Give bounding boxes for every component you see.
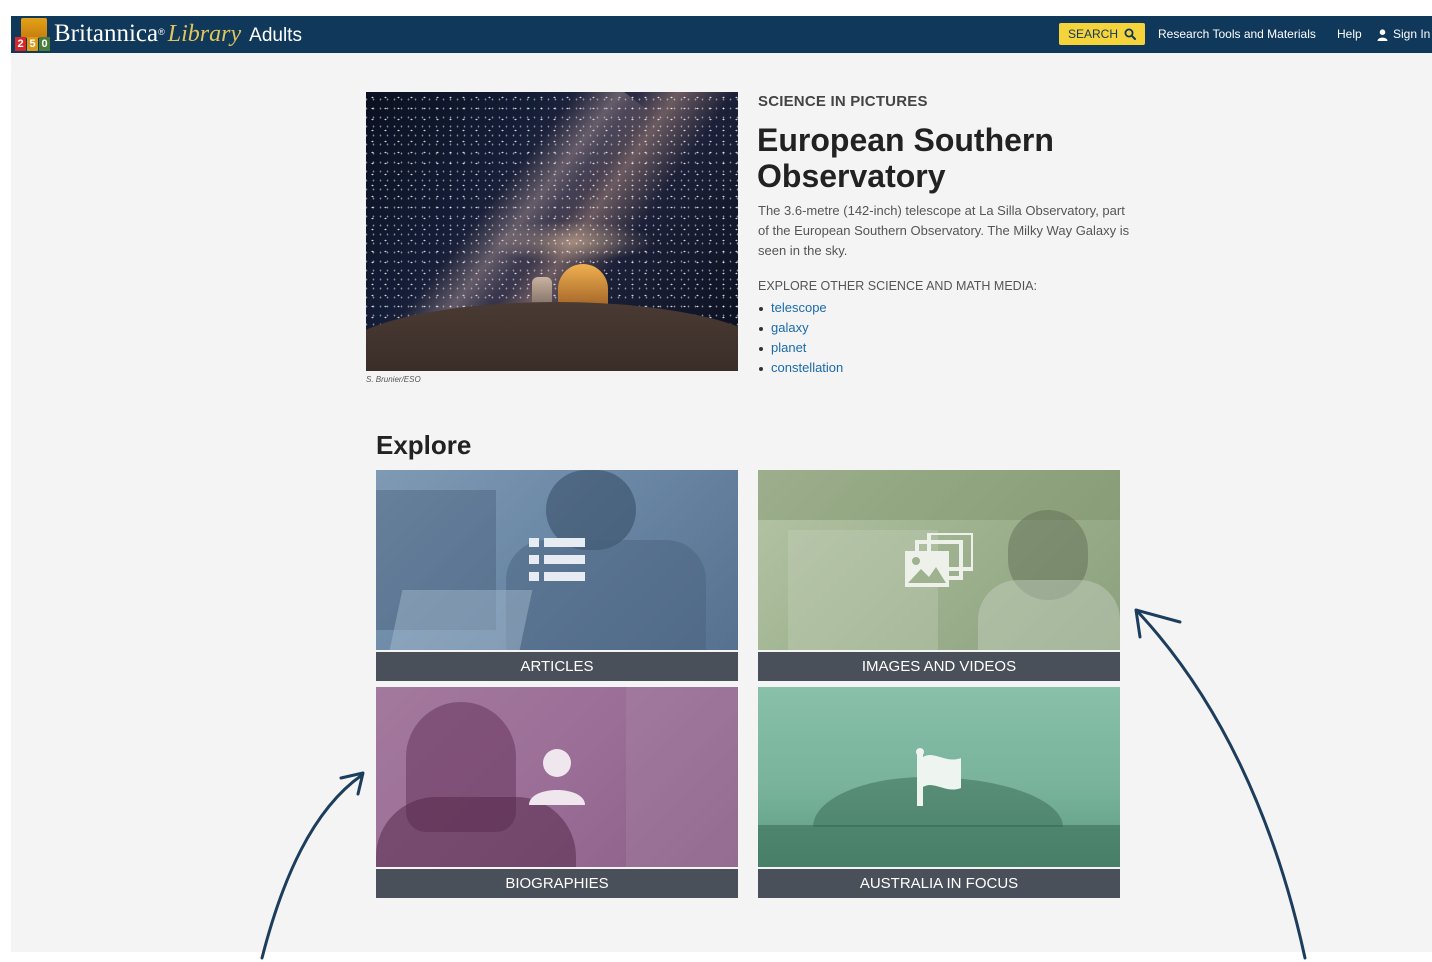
top-navigation-bar: 2 5 0 250 Britannica®Library Adults SEARC…: [11, 16, 1432, 53]
tile-label: AUSTRALIA IN FOCUS: [758, 869, 1120, 898]
explore-media-label: EXPLORE OTHER SCIENCE AND MATH MEDIA:: [758, 279, 1037, 293]
list-icon: [529, 538, 585, 581]
list-item: galaxy: [758, 318, 843, 338]
logo-digit-0: 0: [39, 37, 50, 51]
tile-label: BIOGRAPHIES: [376, 869, 738, 898]
media-eyebrow: SCIENCE IN PICTURES: [758, 93, 928, 110]
brand-name[interactable]: Britannica® Library Adults: [54, 19, 302, 49]
person-icon: [529, 749, 585, 805]
brand-registered-mark: ®: [158, 27, 165, 37]
person-body-shape: [376, 797, 576, 867]
list-item: telescope: [758, 298, 843, 318]
media-caption: The 3.6-metre (142-inch) telescope at La…: [758, 203, 1130, 258]
photographer-body-shape: [978, 580, 1120, 650]
explore-heading: Explore: [376, 430, 472, 460]
gallery-icon: [905, 533, 973, 587]
tile-label: ARTICLES: [376, 652, 738, 681]
articles-tile-image: [376, 470, 738, 650]
related-media-list: telescope galaxy planet constellation: [758, 298, 843, 378]
link-telescope[interactable]: telescope: [771, 300, 827, 315]
page: 2 5 0 250 Britannica®Library Adults SEARC…: [11, 16, 1432, 952]
link-galaxy[interactable]: galaxy: [771, 320, 809, 335]
nav-help[interactable]: Help: [1337, 16, 1362, 53]
tree-logo-icon: [21, 18, 47, 38]
search-button[interactable]: SEARCH: [1059, 23, 1145, 45]
user-icon: [1377, 28, 1388, 41]
tile-label: IMAGES AND VIDEOS: [758, 652, 1120, 681]
tree-canopy-shape: [758, 470, 1120, 520]
explore-tile-images-and-videos[interactable]: IMAGES AND VIDEOS: [758, 470, 1120, 681]
nav-research-tools[interactable]: Research Tools and Materials: [1158, 16, 1316, 53]
images-tile-image: [758, 470, 1120, 650]
brand-main: Britannica: [54, 20, 159, 47]
column-shape: [626, 687, 738, 867]
brand-audience: Adults: [249, 25, 302, 46]
logo-digit-2: 2: [15, 37, 26, 51]
list-item: constellation: [758, 358, 843, 378]
explore-tile-australia-in-focus[interactable]: AUSTRALIA IN FOCUS: [758, 687, 1120, 898]
laptop-shape: [389, 590, 533, 650]
explore-tile-biographies[interactable]: BIOGRAPHIES: [376, 687, 738, 898]
search-button-label: SEARCH: [1067, 27, 1118, 41]
featured-observatory-image[interactable]: [366, 92, 738, 371]
list-item: planet: [758, 338, 843, 358]
britannica-250-logo[interactable]: 2 5 0 250: [15, 18, 53, 51]
link-planet[interactable]: planet: [771, 340, 806, 355]
nav-sign-in[interactable]: Sign In: [1377, 16, 1430, 53]
search-icon: [1124, 28, 1136, 40]
sign-in-label: Sign In: [1393, 27, 1431, 41]
explore-tile-articles[interactable]: ARTICLES: [376, 470, 738, 681]
logo-digit-5: 5: [27, 37, 38, 51]
australia-tile-image: [758, 687, 1120, 867]
ground-shape: [758, 825, 1120, 867]
media-title[interactable]: European Southern Observatory: [757, 122, 1137, 194]
image-credit: S. Brunier/ESO: [366, 375, 421, 384]
brand-library: Library: [167, 21, 242, 47]
flag-icon: [916, 748, 961, 806]
biographies-tile-image: [376, 687, 738, 867]
link-constellation[interactable]: constellation: [771, 360, 843, 375]
